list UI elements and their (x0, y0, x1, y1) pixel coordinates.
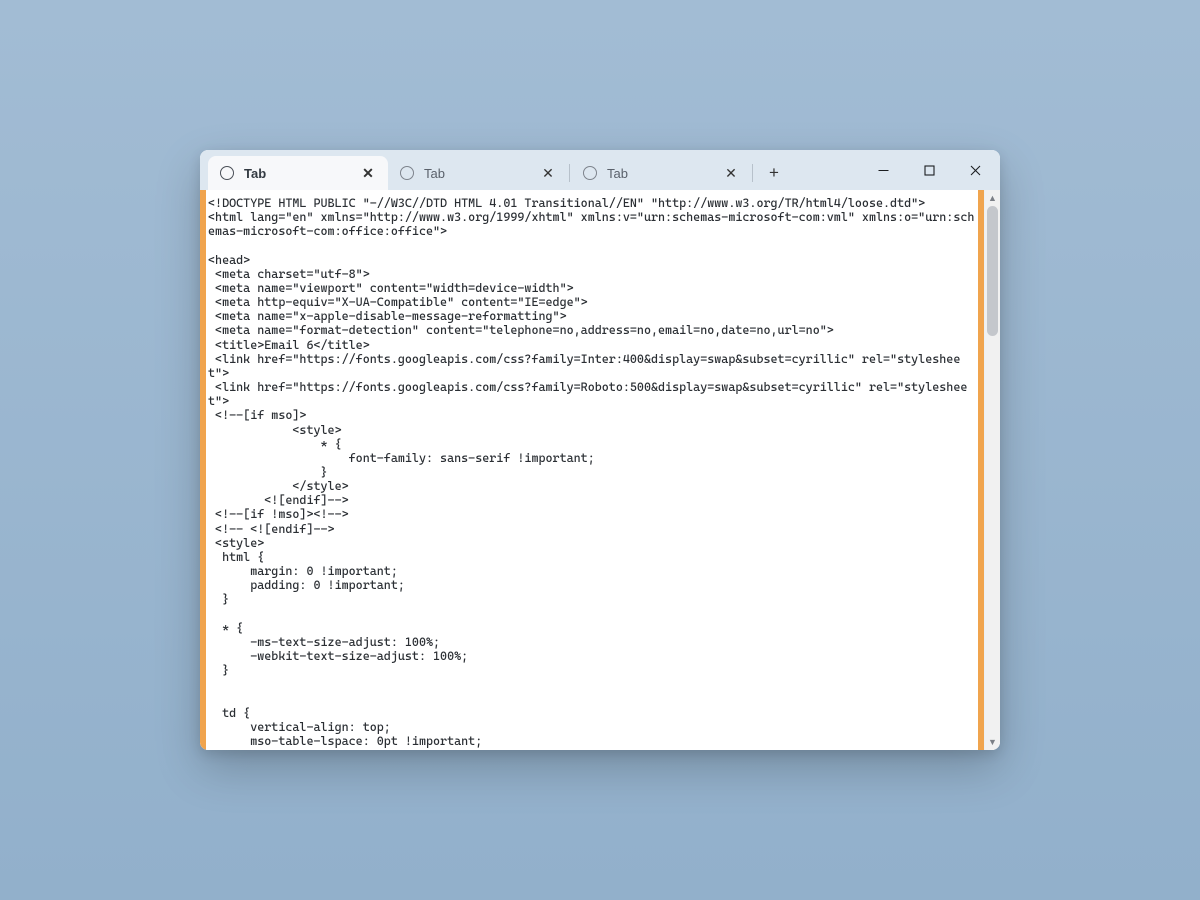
scroll-down-icon[interactable]: ▼ (985, 734, 1000, 750)
tab-favicon-icon (220, 166, 234, 180)
tab-separator (752, 164, 753, 182)
minimize-button[interactable] (860, 150, 906, 190)
tab-label: Tab (244, 166, 358, 181)
plus-icon: + (769, 163, 779, 183)
content-area: <!DOCTYPE HTML PUBLIC "-//W3C//DTD HTML … (200, 190, 1000, 750)
app-window: Tab ✕ Tab ✕ Tab ✕ + (200, 150, 1000, 750)
scrollbar-thumb[interactable] (987, 206, 998, 336)
minimize-icon (878, 165, 889, 176)
close-icon (970, 165, 981, 176)
tab-close-icon[interactable]: ✕ (358, 163, 378, 183)
tab-close-icon[interactable]: ✕ (721, 163, 741, 183)
maximize-icon (924, 165, 935, 176)
tab-favicon-icon (583, 166, 597, 180)
vertical-scrollbar[interactable]: ▲ ▼ (984, 190, 1000, 750)
source-code: <!DOCTYPE HTML PUBLIC "-//W3C//DTD HTML … (206, 190, 978, 750)
tab-label: Tab (607, 166, 721, 181)
tab-active[interactable]: Tab ✕ (208, 156, 388, 190)
scrollbar-track[interactable] (985, 206, 1000, 734)
tab-strip: Tab ✕ Tab ✕ Tab ✕ + (208, 150, 860, 190)
tab-close-icon[interactable]: ✕ (538, 163, 558, 183)
window-controls (860, 150, 1000, 190)
tab-favicon-icon (400, 166, 414, 180)
code-viewport[interactable]: <!DOCTYPE HTML PUBLIC "-//W3C//DTD HTML … (206, 190, 978, 750)
titlebar: Tab ✕ Tab ✕ Tab ✕ + (200, 150, 1000, 190)
maximize-button[interactable] (906, 150, 952, 190)
tab-inactive[interactable]: Tab ✕ (571, 156, 751, 190)
tab-label: Tab (424, 166, 538, 181)
new-tab-button[interactable]: + (758, 157, 790, 189)
tab-inactive[interactable]: Tab ✕ (388, 156, 568, 190)
scroll-up-icon[interactable]: ▲ (985, 190, 1000, 206)
close-button[interactable] (952, 150, 998, 190)
tab-separator (569, 164, 570, 182)
